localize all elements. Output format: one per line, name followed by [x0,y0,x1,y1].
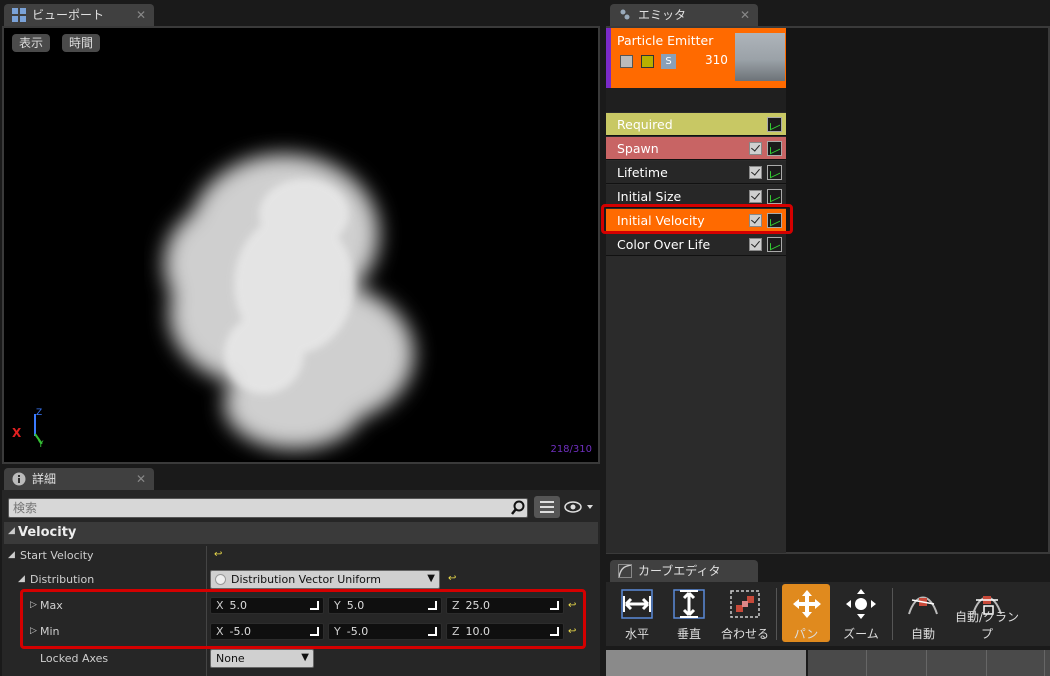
grid-view-button[interactable] [534,496,560,518]
axis-x-label: X [12,426,22,440]
fit-vertical-icon [672,588,706,620]
search-icon[interactable] [510,500,526,516]
frame-counter: 218/310 [550,444,592,455]
viewport-panel[interactable]: Z Y X 218/310 [2,26,600,464]
distribution-icon [215,574,226,585]
module-enable-checkbox[interactable] [749,142,762,155]
close-icon[interactable]: ✕ [740,4,750,26]
module-enable-checkbox[interactable] [749,166,762,179]
search-input[interactable] [8,498,528,518]
emitter-name: Particle Emitter [617,33,714,48]
category-velocity-label: Velocity [18,525,77,540]
auto-clamp-button[interactable]: 自動/クランプ [955,584,1019,642]
module-row[interactable]: Required [606,113,786,136]
distribution-dropdown[interactable]: Distribution Vector Uniform ▼ [210,570,440,589]
reset-icon[interactable]: ↩ [214,549,222,560]
tab-curve-editor-label: カーブエディタ [638,564,721,578]
emitter-header[interactable]: Particle Emitter S 310 [606,28,786,88]
collapse-arrow-icon: ◢ [8,526,15,536]
tab-viewport-label: ビューポート [32,8,105,22]
grid-line [926,650,927,676]
collapse-arrow-icon[interactable]: ◢ [18,574,25,584]
emitter-gap [606,88,786,112]
auto-button[interactable]: 自動 [898,584,948,642]
toolbar-button-label: 合わせる [720,627,769,641]
module-enable-checkbox[interactable] [749,190,762,203]
module-label: Spawn [617,141,659,156]
fit-icon [728,588,762,620]
tab-emitters[interactable]: エミッタ ✕ [610,4,758,26]
zoom-icon [844,588,878,620]
module-enable-checkbox[interactable] [749,238,762,251]
curve-graph-icon[interactable] [767,165,782,180]
viewport-grid-icon [12,8,26,22]
locked-axes-label: Locked Axes [40,652,109,665]
toolbar-separator [776,588,777,640]
tab-viewport[interactable]: ビューポート ✕ [4,4,154,26]
reset-icon[interactable]: ↩ [448,573,456,584]
show-button[interactable]: 表示 [12,34,51,52]
time-button[interactable]: 時間 [62,34,101,52]
curve-icon [618,564,632,578]
curve-graph-icon[interactable] [767,237,782,252]
eye-icon[interactable] [564,500,596,514]
locked-axes-value: None [216,652,245,665]
tab-curve-editor[interactable]: カーブエディタ [610,560,758,582]
module-label: Lifetime [617,165,668,180]
distribution-label: Distribution [30,573,95,586]
emitter-enable-checkbox[interactable] [620,55,633,68]
toolbar-separator [892,588,893,640]
toolbar-button-label: 自動 [910,627,935,641]
tab-details-label: 詳細 [32,472,57,486]
category-velocity[interactable]: ◢ Velocity [4,522,598,544]
locked-axes-dropdown[interactable]: None ▼ [210,649,314,668]
render-mode-icon[interactable] [641,55,654,68]
module-row[interactable]: Color Over Life [606,233,786,256]
grid-line [1044,650,1045,676]
curve-graph[interactable] [808,650,1050,676]
solo-button[interactable]: S [661,54,676,69]
module-row[interactable]: Lifetime [606,161,786,184]
pan-button[interactable]: パン [782,584,830,642]
fit-button[interactable]: 合わせる [720,584,770,642]
close-icon[interactable]: ✕ [136,4,146,26]
list-icon [540,501,554,513]
curve-graph-icon[interactable] [767,141,782,156]
emitter-thumbnail [735,33,785,81]
emitter-icon [620,9,630,20]
initial-velocity-highlight [601,204,793,234]
auto-icon [906,588,940,620]
curve-track-list [606,650,806,676]
close-icon[interactable]: ✕ [136,468,146,490]
grid-line [986,650,987,676]
fit-vertical-button[interactable]: 垂直 [664,584,714,642]
module-row[interactable]: Spawn [606,137,786,160]
curve-graph-icon[interactable] [767,117,782,132]
pan-icon [790,588,824,620]
fit-horizontal-icon [620,588,654,620]
start-velocity-label: Start Velocity [20,549,94,562]
module-label: Required [617,117,673,132]
tab-details[interactable]: 詳細 ✕ [4,468,154,490]
toolbar-button-label: ズーム [843,627,879,641]
distribution-value: Distribution Vector Uniform [231,573,381,586]
info-icon [12,472,26,486]
curve-graph-icon[interactable] [767,189,782,204]
max-min-highlight [20,589,586,649]
module-label: Color Over Life [617,237,711,252]
module-label: Initial Size [617,189,682,204]
chevron-down-icon: ▼ [301,652,309,663]
toolbar-button-label: 自動/クランプ [954,610,1020,641]
axis-y-label: Y [38,440,44,450]
axis-z-label: Z [36,408,43,418]
zoom-button[interactable]: ズーム [836,584,886,642]
grid-line [866,650,867,676]
collapse-arrow-icon[interactable]: ◢ [8,550,15,560]
chevron-down-icon: ▼ [427,573,435,584]
tab-emitters-label: エミッタ [638,8,687,22]
smoke-particles [164,154,414,449]
emitter-count: 310 [705,53,728,67]
